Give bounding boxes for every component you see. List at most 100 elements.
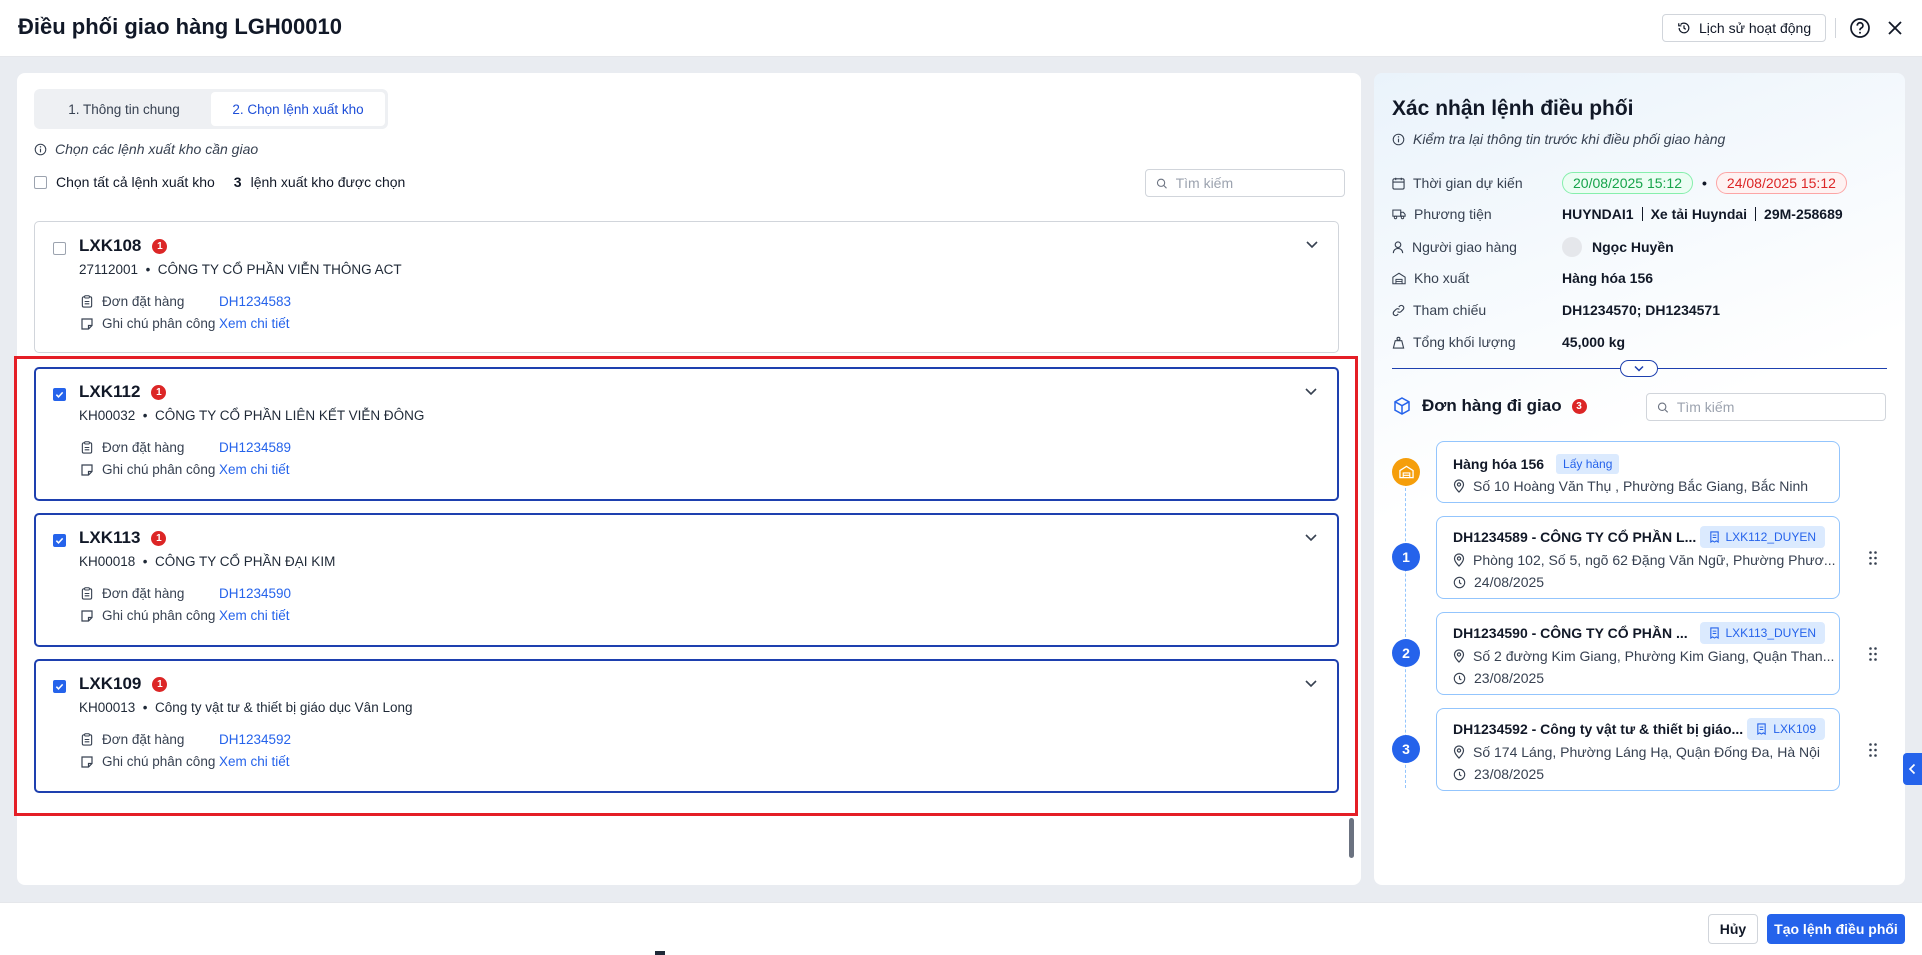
card-order-row: Đơn đặt hàng DH1234583 [81,294,291,309]
stop-address-text: Phòng 102, Số 5, ngõ 62 Đặng Văn Ngữ, Ph… [1473,552,1836,568]
info-driver-row: Người giao hàng Ngọc Huyền [1392,236,1674,258]
link-icon [1392,304,1405,316]
note-detail-link[interactable]: Xem chi tiết [219,316,290,331]
delivery-orders-header: Đơn hàng đi giao 3 [1392,396,1587,416]
note-detail-link[interactable]: Xem chi tiết [219,608,290,623]
select-all-checkbox[interactable] [34,175,47,189]
export-order-tag-text: LXK112_DUYEN [1725,530,1817,544]
note-icon [81,609,93,622]
stop-address: Phòng 102, Số 5, ngõ 62 Đặng Văn Ngữ, Ph… [1453,552,1836,568]
card-checkbox[interactable] [53,242,66,255]
pickup-stop-card[interactable]: Hàng hóa 156 Lấy hàng Số 10 Hoàng Văn Thụ… [1436,441,1840,503]
card-checkbox[interactable] [53,680,66,693]
weight-icon [1392,336,1405,349]
stop-address: Số 174 Láng, Phường Láng Hạ, Quận Đống Đ… [1453,744,1820,760]
order-link[interactable]: DH1234590 [219,586,291,601]
scrollbar-thumb[interactable] [1349,818,1354,858]
chevron-down-icon[interactable] [1304,236,1320,252]
card-code: LXK113 [79,528,141,547]
vehicle-name: Xe tải Huyndai [1650,206,1748,222]
chevron-down-icon[interactable] [1303,675,1319,691]
weight-value: 45,000 kg [1562,334,1626,350]
info-time-row: Thời gian dự kiến 20/08/2025 15:12 • 24/08… [1392,172,1847,194]
order-link[interactable]: DH1234589 [219,440,291,455]
drag-handle-icon[interactable] [1868,646,1878,662]
chevron-down-icon[interactable] [1303,383,1319,399]
reference-link[interactable]: DH1234570; DH1234571 [1562,302,1720,318]
activity-history-button[interactable]: Lịch sử hoạt động [1662,14,1827,42]
footer-marker [655,951,665,955]
export-order-tag-text: LXK109 [1773,722,1816,736]
collapse-info-button[interactable] [1620,360,1658,377]
activity-history-label: Lịch sử hoạt động [1699,20,1812,36]
order-label: Đơn đặt hàng [102,732,185,747]
selected-count-suffix: lệnh xuất kho được chọn [250,174,406,190]
info-icon [1392,133,1405,145]
location-pin-icon [1453,553,1465,567]
card-checkbox[interactable] [53,388,66,401]
right-search-box [1646,393,1886,421]
clipboard-icon [81,295,93,308]
select-all-label: Chọn tất cả lệnh xuất kho [56,174,215,190]
warehouse-label: Kho xuất [1414,270,1470,286]
chevron-down-icon[interactable] [1303,529,1319,545]
warehouse-icon [1392,272,1406,284]
customer-code: KH00018 [79,554,136,569]
export-order-card-lxk113[interactable]: LXK113 1 KH00018 • CÔNG TY CỔ PHẦN ĐẠI KI… [34,513,1339,647]
card-note-row: Ghi chú phân công Xem chi tiết [81,608,290,623]
note-detail-link[interactable]: Xem chi tiết [219,462,290,477]
check-icon [55,683,64,690]
left-hint-text: Chọn các lệnh xuất kho cần giao [55,141,259,157]
card-checkbox[interactable] [53,534,66,547]
delivery-stop-card[interactable]: DH1234592 - Công ty vật tư & thiết bị gi… [1436,708,1840,791]
info-warehouse-row: Kho xuất Hàng hóa 156 [1392,268,1653,288]
delivery-stop-card[interactable]: DH1234590 - CÔNG TY CỔ PHẦN ... LXK113_D… [1436,612,1840,695]
help-icon[interactable] [1849,17,1871,39]
card-customer: KH00013 • Công ty vật tư & thiết bị giáo… [79,700,413,715]
card-code: LXK108 [79,236,142,255]
stop-address-text: Số 174 Láng, Phường Láng Hạ, Quận Đống Đ… [1473,744,1820,760]
delivery-orders-title: Đơn hàng đi giao [1422,396,1562,415]
export-order-tag: LXK112_DUYEN [1699,526,1825,548]
stop-date: 24/08/2025 [1453,574,1544,590]
stop-number-marker: 1 [1392,543,1420,571]
export-order-card-lxk108[interactable]: LXK108 1 27112001 • CÔNG TY CỔ PHẦN VIỄN … [34,221,1339,353]
driver-label: Người giao hàng [1412,239,1517,255]
export-order-tag: LXK109 [1747,718,1825,740]
left-hint: Chọn các lệnh xuất kho cần giao [34,141,258,157]
stop-number-marker: 3 [1392,735,1420,763]
card-title: LXK109 1 [79,674,168,694]
left-search-input[interactable] [1175,175,1334,191]
drag-handle-icon[interactable] [1868,742,1878,758]
side-panel-toggle[interactable] [1903,753,1922,785]
create-dispatch-button[interactable]: Tạo lệnh điều phối [1767,914,1905,944]
note-icon [81,755,93,768]
card-order-row: Đơn đặt hàng DH1234589 [81,440,291,455]
note-label: Ghi chú phân công [102,608,216,623]
stop-title: DH1234590 - CÔNG TY CỔ PHẦN ... [1453,625,1688,641]
chevron-down-icon [1634,365,1644,372]
clipboard-icon [81,587,93,600]
drag-handle-icon[interactable] [1868,550,1878,566]
warehouse-icon [1398,465,1414,479]
order-link[interactable]: DH1234583 [219,294,291,309]
export-order-tag-text: LXK113_DUYEN [1725,626,1817,640]
orders-search-input[interactable] [1676,399,1875,415]
card-note-row: Ghi chú phân công Xem chi tiết [81,754,290,769]
note-detail-link[interactable]: Xem chi tiết [219,754,290,769]
alert-badge: 1 [152,238,168,254]
export-order-card-lxk112[interactable]: LXK112 1 KH00032 • CÔNG TY CỔ PHẦN LIÊN K… [34,367,1339,501]
stop-number-marker: 2 [1392,639,1420,667]
tab-select-export-orders[interactable]: 2. Chọn lệnh xuất kho [211,92,385,126]
customer-name: CÔNG TY CỔ PHẦN LIÊN KẾT VIỄN ĐÔNG [155,408,425,423]
note-label: Ghi chú phân công [102,316,216,331]
export-order-card-lxk109[interactable]: LXK109 1 KH00013 • Công ty vật tư & thiết… [34,659,1339,793]
delivery-stop-card[interactable]: DH1234589 - CÔNG TY CỔ PHẦN L... LXK112_… [1436,516,1840,599]
close-icon[interactable] [1884,17,1906,39]
cancel-button[interactable]: Hủy [1708,914,1758,944]
tab-general-info[interactable]: 1. Thông tin chung [37,92,211,126]
truck-icon [1392,209,1406,220]
alert-badge: 1 [151,384,167,400]
check-icon [55,537,64,544]
order-link[interactable]: DH1234592 [219,732,291,747]
